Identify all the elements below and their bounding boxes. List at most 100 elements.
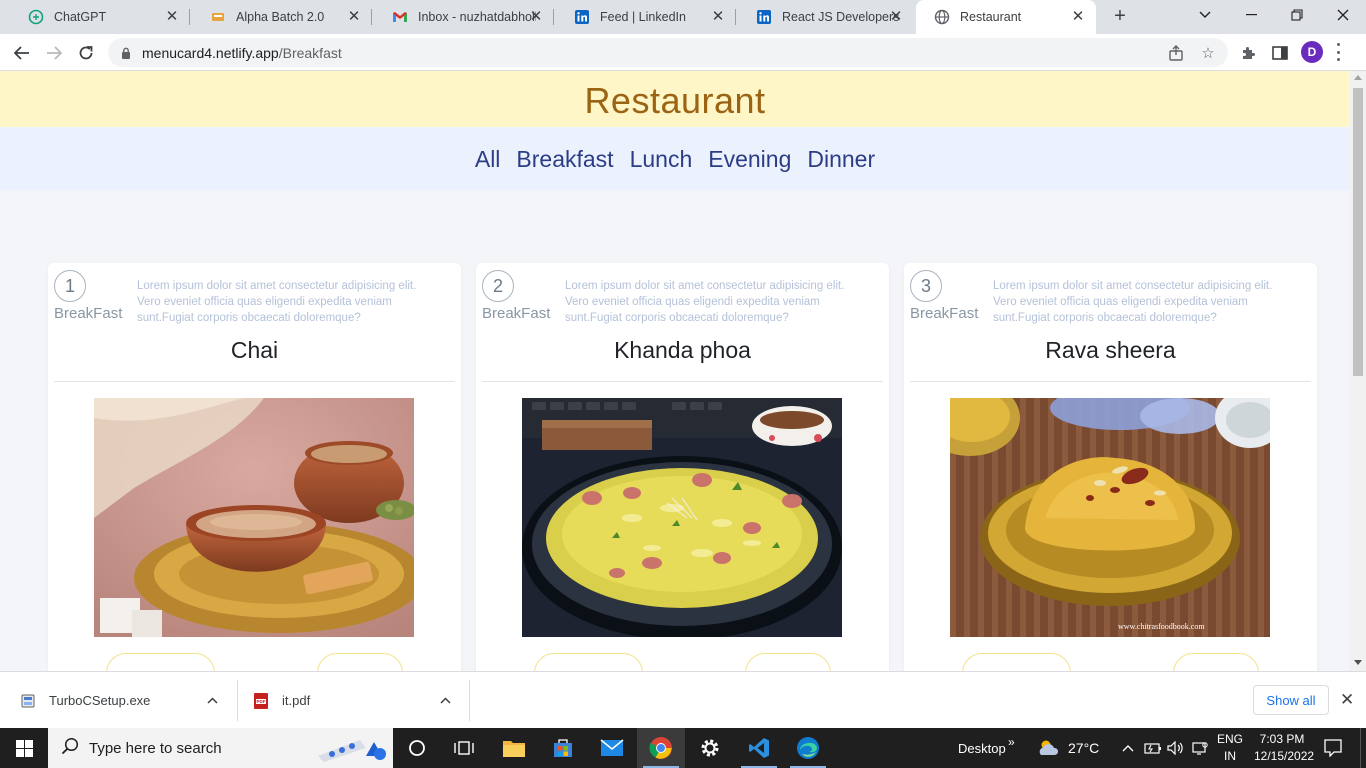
weather-cloudy-icon[interactable] bbox=[1036, 728, 1060, 768]
price-button[interactable] bbox=[1173, 653, 1259, 671]
price-button[interactable] bbox=[745, 653, 831, 671]
nav-link-lunch[interactable]: Lunch bbox=[622, 144, 701, 174]
pdf-icon: PDF bbox=[253, 692, 269, 710]
forward-arrow-icon[interactable] bbox=[41, 40, 67, 66]
download-filename: TurboCSetup.exe bbox=[49, 693, 151, 708]
input-language-indicator[interactable]: ENG IN bbox=[1213, 731, 1247, 765]
side-panel-icon[interactable] bbox=[1269, 42, 1291, 64]
item-number: 2 bbox=[482, 270, 514, 302]
browser-tab-chatgpt[interactable]: ChatGPT ✕ bbox=[10, 0, 190, 34]
menu-card: 2 BreakFast Lorem ipsum dolor sit amet c… bbox=[476, 263, 889, 671]
chatgpt-icon bbox=[28, 9, 44, 25]
show-all-downloads-button[interactable]: Show all bbox=[1253, 685, 1329, 715]
close-tab-icon[interactable]: ✕ bbox=[164, 9, 180, 25]
download-item[interactable]: TurboCSetup.exe bbox=[20, 672, 236, 729]
file-explorer-icon[interactable] bbox=[490, 728, 538, 768]
system-clock[interactable]: 7:03 PM 12/15/2022 bbox=[1254, 731, 1315, 765]
extensions-puzzle-icon[interactable] bbox=[1237, 42, 1259, 64]
item-number: 3 bbox=[910, 270, 942, 302]
windows-start-icon[interactable] bbox=[0, 728, 48, 768]
globe-icon bbox=[934, 9, 950, 25]
divider bbox=[910, 381, 1311, 382]
profile-avatar[interactable]: D bbox=[1301, 41, 1323, 63]
browser-tab-gmail[interactable]: Inbox - nuzhatdabholk ✕ bbox=[374, 0, 554, 34]
item-category: BreakFast bbox=[482, 305, 551, 322]
order-button[interactable] bbox=[962, 653, 1071, 671]
nav-link-all[interactable]: All bbox=[467, 144, 509, 174]
close-window-button[interactable] bbox=[1320, 0, 1366, 30]
desktop-toolbar-label[interactable]: Desktop bbox=[958, 728, 1006, 768]
browser-tab-linkedin-feed[interactable]: Feed | LinkedIn ✕ bbox=[556, 0, 736, 34]
share-icon[interactable] bbox=[1167, 44, 1185, 62]
alpha-batch-icon bbox=[210, 9, 226, 25]
chevron-up-icon[interactable] bbox=[440, 693, 451, 707]
url-text[interactable]: menucard4.netlify.app/Breakfast bbox=[142, 45, 342, 61]
nav-link-breakfast[interactable]: Breakfast bbox=[508, 144, 621, 174]
toolbar-chevron-icon[interactable]: » bbox=[1008, 722, 1015, 762]
item-category: BreakFast bbox=[54, 305, 123, 322]
show-desktop-button[interactable] bbox=[1360, 728, 1366, 768]
address-bar[interactable]: menucard4.netlify.app/Breakfast ☆ bbox=[108, 38, 1228, 67]
search-placeholder: Type here to search bbox=[89, 739, 222, 757]
linkedin-icon bbox=[756, 9, 772, 25]
back-arrow-icon[interactable] bbox=[9, 40, 35, 66]
price-button[interactable] bbox=[317, 653, 403, 671]
chevron-up-icon[interactable] bbox=[207, 693, 218, 707]
item-category: BreakFast bbox=[910, 305, 979, 322]
item-description: Lorem ipsum dolor sit amet consectetur a… bbox=[565, 280, 845, 324]
nav-link-dinner[interactable]: Dinner bbox=[799, 144, 883, 174]
notifications-icon[interactable] bbox=[1324, 728, 1342, 768]
download-item[interactable]: PDF it.pdf bbox=[253, 672, 469, 729]
search-highlight-icon bbox=[314, 734, 390, 767]
task-view-icon[interactable] bbox=[440, 728, 488, 768]
browser-tab-restaurant[interactable]: Restaurant ✕ bbox=[916, 0, 1096, 34]
item-name: Rava sheera bbox=[1045, 337, 1176, 363]
vscode-icon[interactable] bbox=[735, 728, 783, 768]
microsoft-store-icon[interactable] bbox=[539, 728, 587, 768]
tab-search-chevron-icon[interactable] bbox=[1182, 0, 1228, 30]
cortana-icon[interactable] bbox=[393, 728, 441, 768]
browser-menu-icon[interactable] bbox=[1336, 43, 1340, 61]
battery-icon[interactable] bbox=[1144, 728, 1162, 768]
lock-icon[interactable] bbox=[121, 46, 131, 64]
order-button[interactable] bbox=[106, 653, 215, 671]
nav-link-evening[interactable]: Evening bbox=[700, 144, 799, 174]
browser-tab-alpha-batch[interactable]: Alpha Batch 2.0 ✕ bbox=[192, 0, 372, 34]
windows-taskbar: Type here to search Desktop » 27°C ENG I… bbox=[0, 728, 1366, 768]
page-scrollbar[interactable] bbox=[1350, 71, 1366, 671]
mail-icon[interactable] bbox=[588, 728, 636, 768]
scroll-down-arrow-icon[interactable] bbox=[1354, 660, 1362, 665]
close-tab-icon[interactable]: ✕ bbox=[346, 9, 362, 25]
order-button[interactable] bbox=[534, 653, 643, 671]
clock-date: 12/15/2022 bbox=[1254, 749, 1315, 763]
volume-icon[interactable] bbox=[1167, 728, 1185, 768]
new-tab-button[interactable]: + bbox=[1108, 5, 1132, 28]
network-icon[interactable] bbox=[1192, 728, 1208, 768]
minimize-button[interactable] bbox=[1228, 0, 1274, 30]
scrollbar-thumb[interactable] bbox=[1353, 88, 1363, 376]
temperature[interactable]: 27°C bbox=[1068, 728, 1099, 768]
tab-title: Alpha Batch 2.0 bbox=[236, 10, 325, 24]
browser-toolbar: menucard4.netlify.app/Breakfast ☆ D bbox=[0, 34, 1366, 71]
browser-tab-react-developers[interactable]: React JS Developers ( ✕ bbox=[738, 0, 914, 34]
item-name: Chai bbox=[230, 337, 279, 363]
close-tab-icon[interactable]: ✕ bbox=[1070, 9, 1086, 25]
close-tab-icon[interactable]: ✕ bbox=[710, 9, 726, 25]
scroll-up-arrow-icon[interactable] bbox=[1354, 75, 1362, 80]
taskbar-search-input[interactable]: Type here to search bbox=[48, 728, 393, 768]
reload-icon[interactable] bbox=[73, 40, 99, 66]
show-hidden-icons-chevron-icon[interactable] bbox=[1122, 728, 1134, 768]
close-tab-icon[interactable]: ✕ bbox=[528, 9, 544, 25]
page-viewport: Restaurant All Breakfast Lunch Evening D… bbox=[0, 71, 1350, 671]
menu-card: 3 BreakFast Lorem ipsum dolor sit amet c… bbox=[904, 263, 1317, 671]
close-download-bar-icon[interactable]: ✕ bbox=[1340, 690, 1354, 710]
edge-icon[interactable] bbox=[784, 728, 832, 768]
menu-card: 1 BreakFast Lorem ipsum dolor sit amet c… bbox=[48, 263, 461, 671]
restore-button[interactable] bbox=[1274, 0, 1320, 30]
close-tab-icon[interactable]: ✕ bbox=[888, 9, 904, 25]
settings-gear-icon[interactable] bbox=[686, 728, 734, 768]
tab-title: Inbox - nuzhatdabholk bbox=[418, 10, 536, 24]
chrome-icon[interactable] bbox=[637, 728, 685, 768]
region-code: IN bbox=[1224, 749, 1236, 763]
bookmark-star-icon[interactable]: ☆ bbox=[1199, 44, 1217, 62]
